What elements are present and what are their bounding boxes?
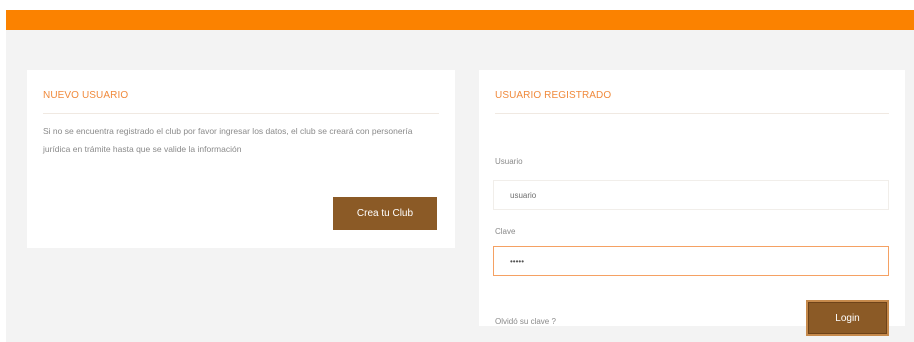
page-background: NUEVO USUARIO Si no se encuentra registr… bbox=[6, 30, 914, 342]
username-label: Usuario bbox=[495, 157, 523, 166]
divider bbox=[43, 113, 439, 114]
new-user-card: NUEVO USUARIO Si no se encuentra registr… bbox=[27, 70, 455, 248]
username-field[interactable] bbox=[493, 180, 889, 210]
new-user-description: Si no se encuentra registrado el club po… bbox=[43, 126, 413, 154]
login-button[interactable]: Login bbox=[806, 300, 889, 336]
password-field[interactable] bbox=[493, 246, 889, 276]
password-label: Clave bbox=[495, 227, 516, 236]
forgot-password-link[interactable]: Olvidó su clave ? bbox=[495, 317, 556, 326]
top-header-bar bbox=[6, 10, 914, 30]
create-club-button[interactable]: Crea tu Club bbox=[333, 197, 437, 230]
registered-user-title: USUARIO REGISTRADO bbox=[495, 90, 612, 101]
divider bbox=[495, 113, 889, 114]
registered-user-card: USUARIO REGISTRADO Usuario Clave Olvidó … bbox=[479, 70, 905, 336]
new-user-title: NUEVO USUARIO bbox=[43, 90, 129, 101]
